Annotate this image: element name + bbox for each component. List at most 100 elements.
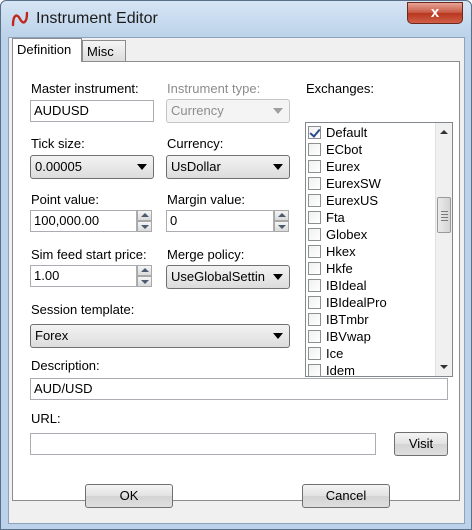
master-instrument-label: Master instrument: [31,81,139,96]
exchange-item[interactable]: Eurex [308,159,428,176]
spin-up-icon[interactable] [137,210,152,221]
exchange-checkbox[interactable] [308,245,321,258]
grip-line [441,211,448,212]
ninjatrader-logo-icon [11,11,29,27]
exchange-name: Idem [326,363,355,377]
exchange-item[interactable]: Idem [308,363,428,377]
exchange-checkbox[interactable] [308,126,321,139]
exchange-item[interactable]: IBTmbr [308,312,428,329]
spin-down-icon[interactable] [137,276,152,287]
instrument-type-label: Instrument type: [167,81,261,96]
exchange-checkbox[interactable] [308,262,321,275]
instrument-type-value: Currency [171,103,224,118]
grip-line [441,214,448,215]
description-input[interactable]: AUD/USD [30,378,448,400]
merge-policy-select[interactable]: UseGlobalSettin [166,265,290,289]
exchange-item[interactable]: EurexUS [308,193,428,210]
exchange-checkbox[interactable] [308,279,321,292]
exchange-item[interactable]: Ice [308,346,428,363]
currency-label: Currency: [167,136,224,151]
url-input[interactable] [30,433,376,455]
exchange-item[interactable]: Globex [308,227,428,244]
exchange-name: Hkex [326,244,356,259]
exchange-item[interactable]: IBVwap [308,329,428,346]
sim-feed-start-price-spinner [137,265,152,287]
dialog-client-area: Definition Misc Master instrument: AUDUS… [8,37,465,524]
tick-size-select[interactable]: 0.00005 [30,155,154,179]
spin-up-icon[interactable] [274,210,289,221]
exchange-item[interactable]: Default [308,125,428,142]
exchange-checkbox[interactable] [308,228,321,241]
exchange-name: Fta [326,210,345,225]
url-label: URL: [31,411,61,426]
tab-definition-label: Definition [17,42,72,57]
exchange-item[interactable]: ECbot [308,142,428,159]
session-template-value: Forex [35,328,69,343]
exchange-checkbox[interactable] [308,330,321,343]
cancel-button[interactable]: Cancel [302,484,390,508]
visit-button[interactable]: Visit [394,432,448,456]
exchange-checkbox[interactable] [308,194,321,207]
exchanges-scrollbar[interactable] [435,123,452,376]
grip-line [441,220,448,221]
scroll-down-icon[interactable] [440,365,448,369]
exchange-checkbox[interactable] [308,347,321,360]
tab-misc-label: Misc [87,44,114,59]
exchange-name: IBTmbr [326,312,369,327]
sim-feed-start-price-input[interactable]: 1.00 [30,265,137,287]
title-bar[interactable]: Instrument Editor x [1,1,471,37]
exchange-name: IBVwap [326,329,371,344]
exchange-item[interactable]: IBIdealPro [308,295,428,312]
exchange-name: Hkfe [326,261,353,276]
margin-value-input[interactable]: 0 [166,210,274,232]
margin-value-spinner [274,210,289,232]
exchange-item[interactable]: Fta [308,210,428,227]
margin-value-label: Margin value: [167,192,246,207]
exchanges-label: Exchanges: [306,81,374,96]
point-value-input[interactable]: 100,000.00 [30,210,137,232]
spin-down-icon[interactable] [274,221,289,232]
currency-select[interactable]: UsDollar [166,155,290,179]
exchange-item[interactable]: Hkex [308,244,428,261]
tick-size-label: Tick size: [31,136,85,151]
chevron-down-icon [273,333,283,339]
sim-feed-start-price-label: Sim feed start price: [31,247,147,262]
scroll-up-icon[interactable] [440,130,448,134]
merge-policy-label: Merge policy: [167,247,245,262]
exchange-checkbox[interactable] [308,160,321,173]
exchange-checkbox[interactable] [308,177,321,190]
tab-definition[interactable]: Definition [12,38,82,62]
window-title: Instrument Editor [36,10,158,27]
chevron-down-icon [273,274,283,280]
scroll-thumb[interactable] [437,197,451,233]
session-template-select[interactable]: Forex [30,324,290,348]
exchange-checkbox[interactable] [308,313,321,326]
exchanges-list: Default ECbot Eurex EurexSW EurexUS Fta Globex… [305,122,453,377]
chevron-down-icon [137,164,147,170]
exchange-checkbox[interactable] [308,296,321,309]
close-button[interactable]: x [407,2,463,24]
exchange-checkbox[interactable] [308,143,321,156]
spin-up-icon[interactable] [137,265,152,276]
exchange-item[interactable]: IBIdeal [308,278,428,295]
chevron-down-icon [273,164,283,170]
exchange-item[interactable]: EurexSW [308,176,428,193]
ok-button[interactable]: OK [85,484,173,508]
definition-panel: Master instrument: AUDUSD Instrument typ… [12,61,460,501]
instrument-editor-window: Instrument Editor x Definition Misc Mast… [0,0,472,530]
exchange-name: ECbot [326,142,363,157]
exchange-name: Eurex [326,159,360,174]
close-icon: x [430,4,440,21]
master-instrument-input[interactable]: AUDUSD [30,100,154,122]
exchange-item[interactable]: Hkfe [308,261,428,278]
exchange-name: IBIdealPro [326,295,387,310]
spin-down-icon[interactable] [137,221,152,232]
tab-misc[interactable]: Misc [82,40,126,62]
description-label: Description: [31,358,100,373]
exchange-checkbox[interactable] [308,364,321,376]
tick-size-value: 0.00005 [35,159,82,174]
exchange-name: IBIdeal [326,278,367,293]
chevron-down-icon [273,108,283,114]
exchange-name: Globex [326,227,368,242]
exchange-checkbox[interactable] [308,211,321,224]
